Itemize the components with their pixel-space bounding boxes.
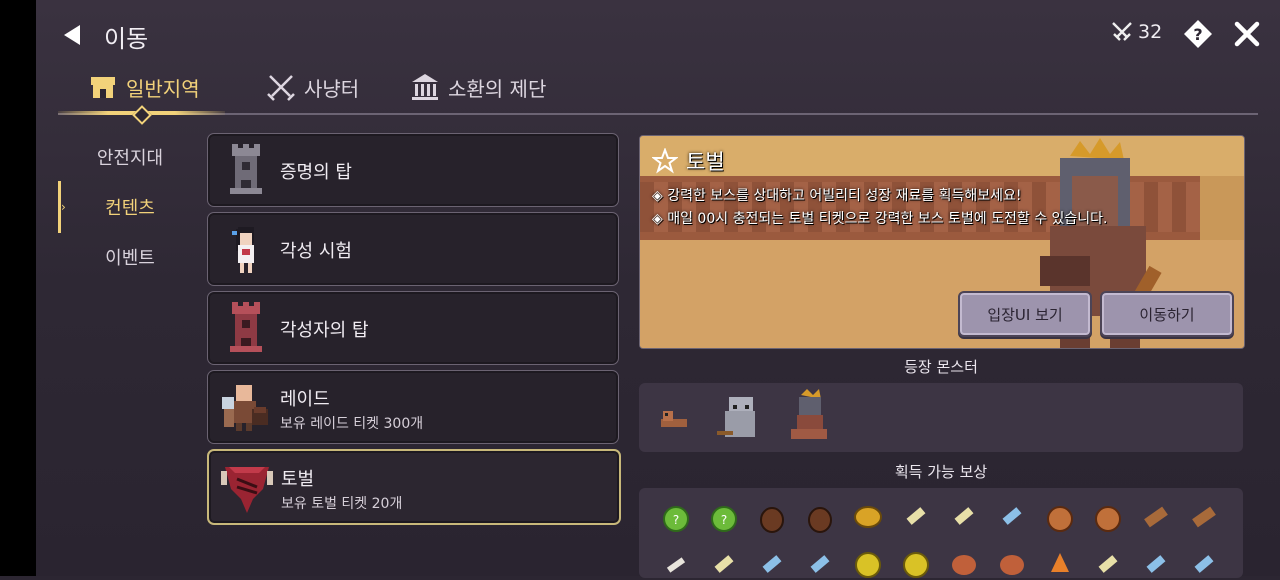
scroll-icon <box>906 507 926 525</box>
tab-summoning-altar[interactable]: 소환의 제단 <box>410 70 546 104</box>
copper-coin-icon <box>1095 506 1121 532</box>
monsters-panel <box>639 383 1243 452</box>
star-outline-icon <box>652 148 678 174</box>
list-item-name: 각성 시험 <box>280 241 352 262</box>
svg-text:?: ? <box>1193 25 1202 44</box>
tab-general-area[interactable]: 일반지역 <box>88 70 200 104</box>
red-tower-icon <box>230 302 262 352</box>
rewards-label: 획득 가능 보상 <box>894 463 988 481</box>
crossed-swords-icon <box>267 75 295 101</box>
ticket-count-value: 32 <box>1138 21 1163 43</box>
side-item-safe-zone[interactable]: 안전지대 <box>60 139 200 175</box>
list-item-name: 레이드 <box>280 389 330 410</box>
side-item-label: 안전지대 <box>96 148 164 169</box>
detail-desc-1: ◈ 강력한 보스를 상대하고 어빌리티 성장 재료를 획득해보세요! <box>652 188 1022 204</box>
close-icon <box>1234 21 1260 47</box>
enter-ui-button[interactable]: 입장UI 보기 <box>958 291 1092 337</box>
tab-divider <box>58 113 1258 115</box>
list-item-raid[interactable]: 레이드 보유 레이드 티켓 300개 <box>207 370 619 444</box>
tab-label: 소환의 제단 <box>448 76 547 101</box>
ticket-counter: 32 <box>1110 20 1162 44</box>
detail-title-row: 토벌 <box>652 146 725 176</box>
list-item-subtitle: 보유 레이드 티켓 300개 <box>280 416 424 432</box>
move-button[interactable]: 이동하기 <box>1100 291 1234 337</box>
side-item-event[interactable]: 이벤트 <box>60 239 200 275</box>
brown-egg-icon <box>808 507 832 533</box>
side-item-content[interactable]: 컨텐츠 <box>60 189 200 225</box>
close-button[interactable] <box>1232 19 1262 49</box>
rewards-panel: ? ? <box>639 488 1243 578</box>
list-item-awakening-trial[interactable]: 각성 시험 <box>207 212 619 286</box>
page-title: 이동 <box>104 25 149 53</box>
brown-egg-icon <box>760 507 784 533</box>
question-icon: ? <box>1184 20 1212 48</box>
monsters-label: 등장 몬스터 <box>904 358 978 376</box>
copper-coin-icon <box>1047 506 1073 532</box>
blue-scroll-icon <box>1002 507 1022 525</box>
temple-icon <box>412 74 438 100</box>
tab-hunting-ground[interactable]: 사냥터 <box>266 70 359 104</box>
gold-nugget-icon <box>854 506 882 528</box>
left-black-bar <box>0 0 36 576</box>
detail-desc-2: ◈ 매일 00시 충전되는 토벌 티켓으로 강력한 보스 토벌에 도전할 수 있… <box>652 211 1108 227</box>
back-button[interactable] <box>58 20 88 50</box>
wood-log-icon <box>1192 506 1216 528</box>
back-arrow-icon <box>64 25 80 45</box>
list-item-name: 토벌 <box>281 469 315 490</box>
side-item-label: 컨텐츠 <box>105 198 155 219</box>
list-item-name: 각성자의 탑 <box>280 320 369 341</box>
character-portrait-icon <box>232 227 254 273</box>
help-button[interactable]: ? <box>1183 19 1213 49</box>
list-item-name: 증명의 탑 <box>280 162 352 183</box>
side-item-label: 이벤트 <box>105 248 155 269</box>
list-item-subjugation[interactable]: 토벌 보유 토벌 티켓 20개 <box>207 449 621 525</box>
svg-text:?: ? <box>673 513 679 527</box>
svg-text:?: ? <box>721 513 727 527</box>
detail-banner: 토벌 ◈ 강력한 보스를 상대하고 어빌리티 성장 재료를 획득해보세요! ◈ … <box>639 135 1245 349</box>
raid-characters-icon <box>222 385 268 431</box>
tower-icon <box>230 144 262 194</box>
tab-label: 사냥터 <box>304 76 360 101</box>
scroll-icon <box>954 507 974 525</box>
wood-log-icon <box>1144 506 1168 528</box>
crossed-swords-icon <box>1112 22 1132 41</box>
subjugation-banner-icon <box>221 467 273 513</box>
boss-monster-icon <box>791 389 827 439</box>
ghost-monster-icon <box>717 397 755 437</box>
list-item-awakened-tower[interactable]: 각성자의 탑 <box>207 291 619 365</box>
shop-icon <box>91 77 115 98</box>
green-coin-icon: ? <box>663 506 689 532</box>
tab-label: 일반지역 <box>126 76 200 101</box>
detail-title: 토벌 <box>686 150 725 174</box>
list-item-subtitle: 보유 토벌 티켓 20개 <box>281 496 403 512</box>
worm-monster-icon <box>661 411 687 427</box>
list-item-tower-of-proof[interactable]: 증명의 탑 <box>207 133 619 207</box>
green-coin-icon: ? <box>711 506 737 532</box>
